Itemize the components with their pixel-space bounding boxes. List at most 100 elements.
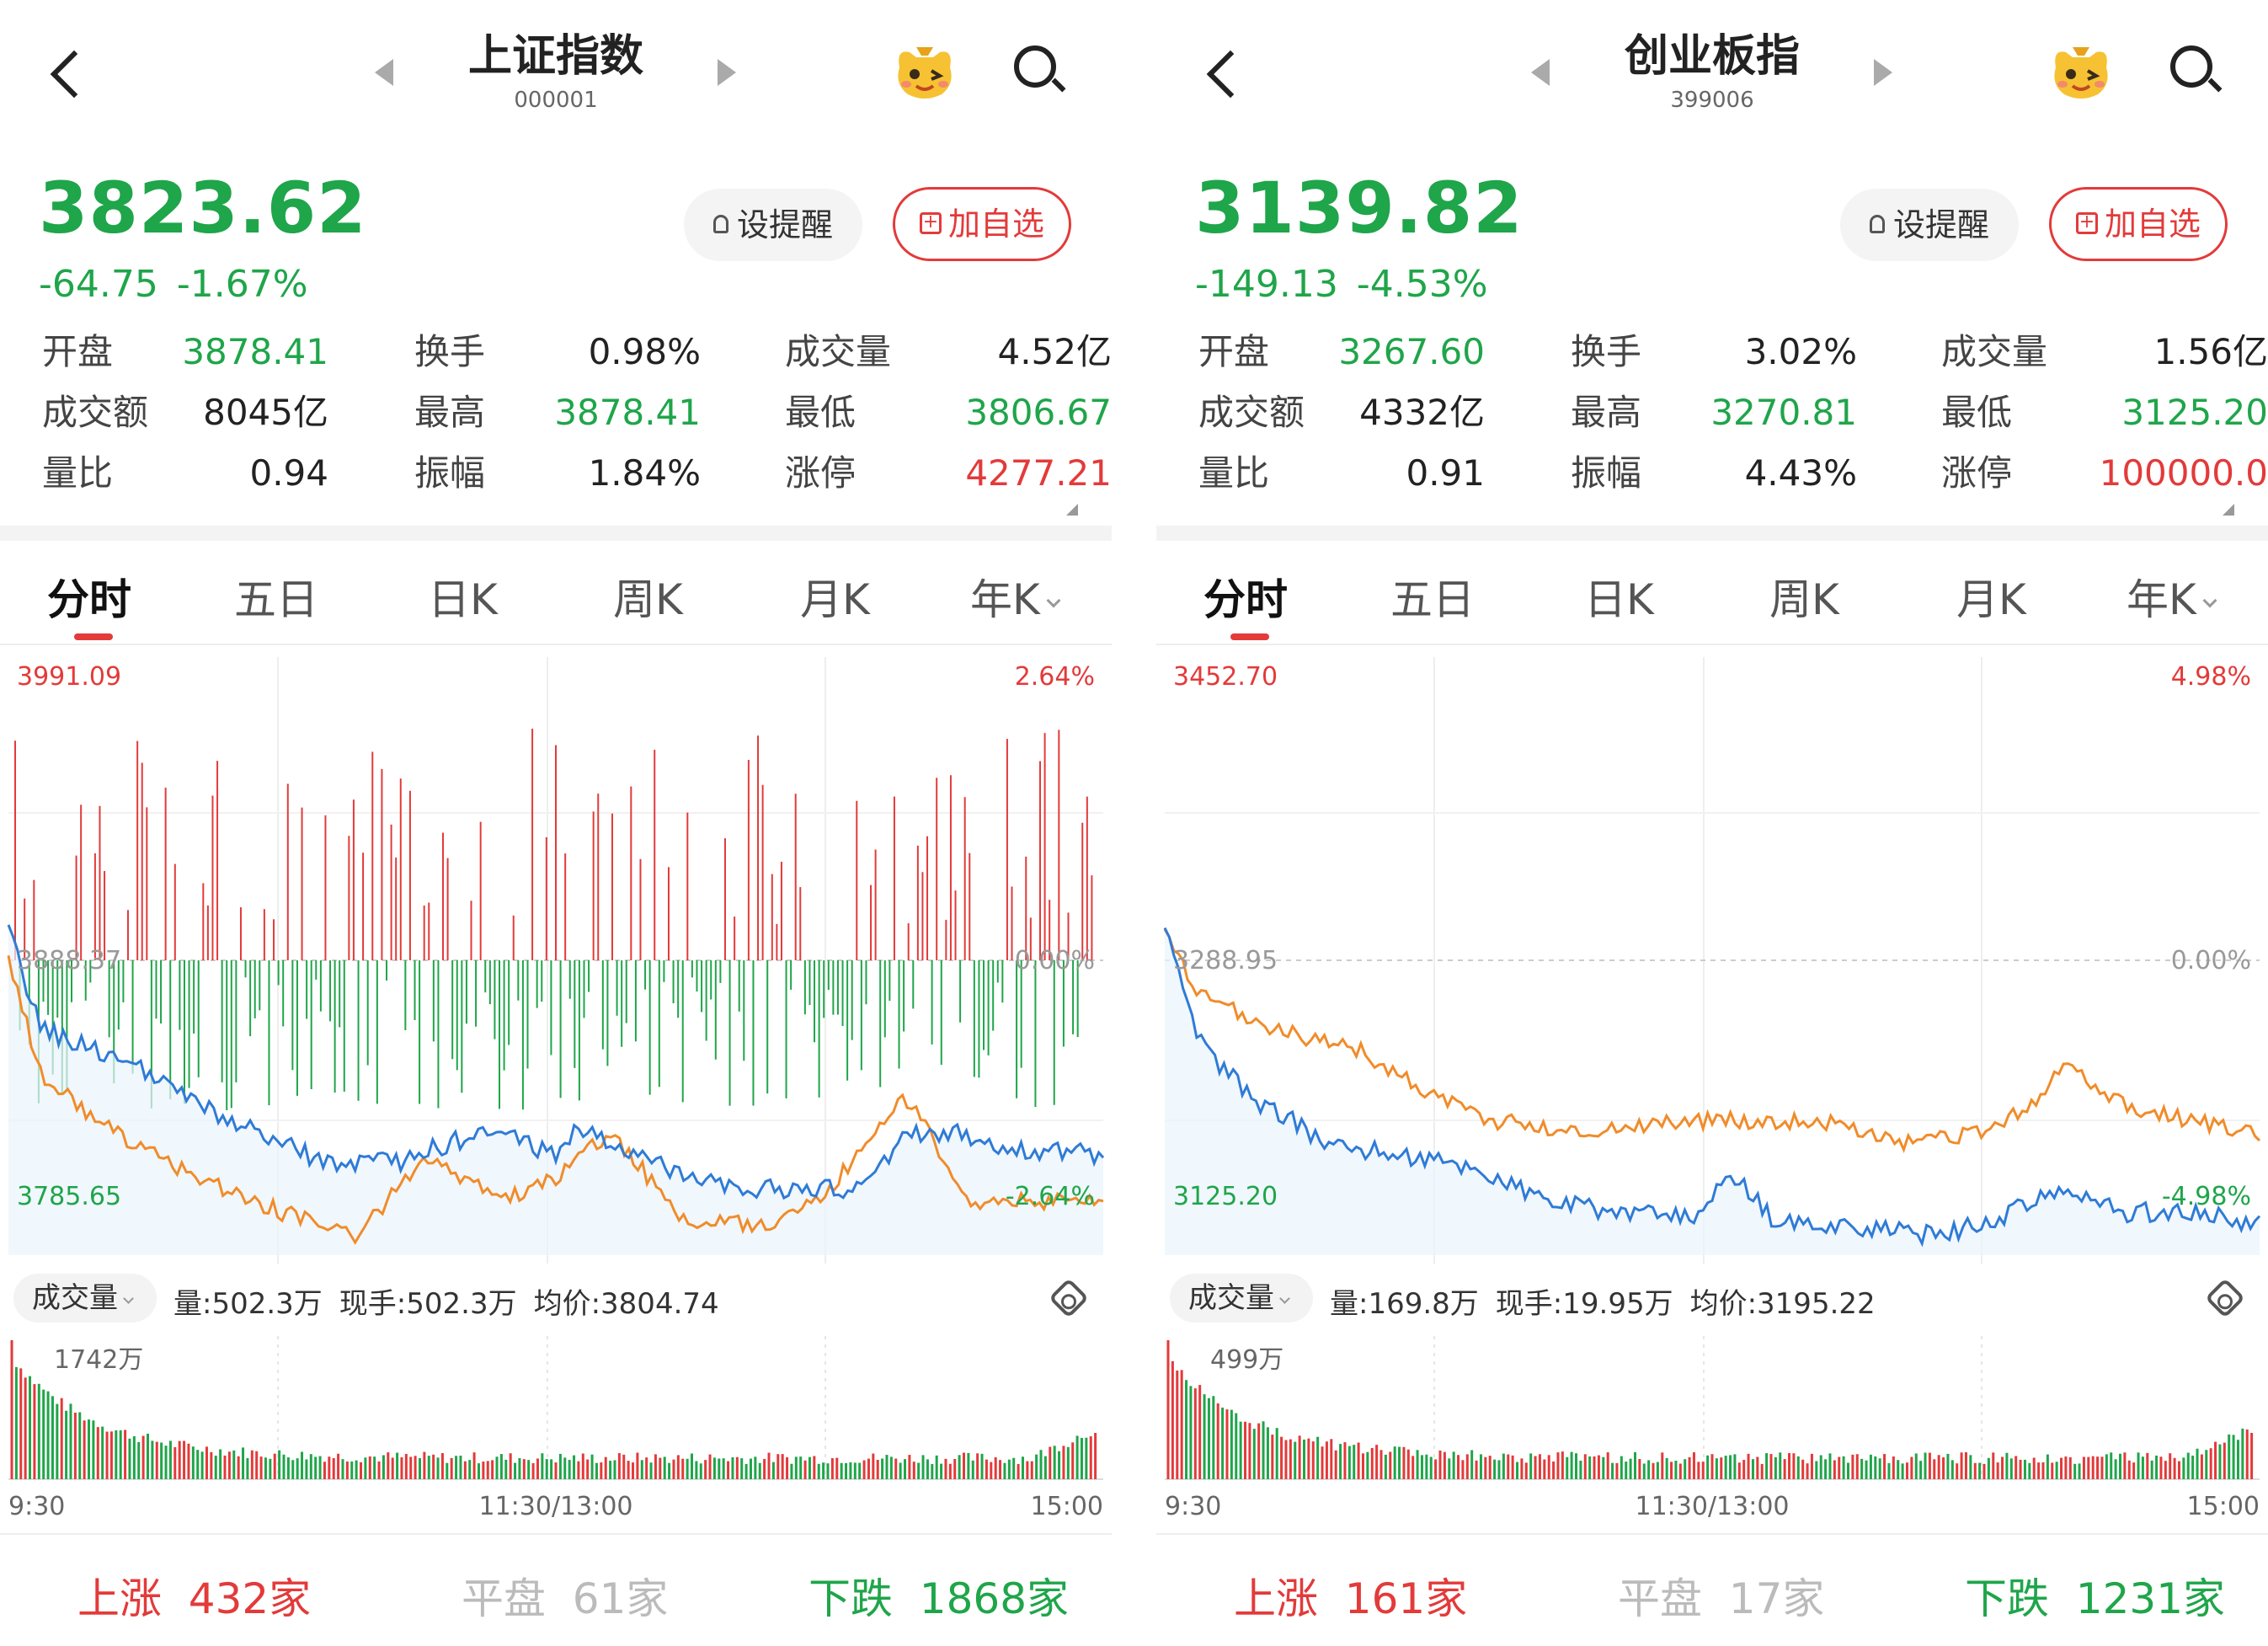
stat-label: 振幅 (414, 452, 486, 494)
tab-label: 周K (613, 575, 683, 624)
search-icon[interactable] (2167, 42, 2223, 98)
next-triangle-icon[interactable] (718, 59, 736, 86)
stat-label: 最低 (1941, 392, 2013, 433)
tab-monthly-k[interactable]: 月K (1956, 566, 2026, 627)
page-title: 上证指数 (467, 31, 643, 82)
tab-monthly-k[interactable]: 月K (800, 566, 870, 627)
back-arrow-icon[interactable] (1197, 40, 1247, 108)
decliners[interactable]: 下跌 1868家 (808, 1565, 1069, 1626)
settings-icon[interactable] (2204, 1277, 2246, 1319)
prev-triangle-icon[interactable] (1531, 59, 1550, 86)
set-alert-button[interactable]: 设提醒 (684, 189, 862, 261)
time-axis-label: 11:30/13:00 (1635, 1492, 1789, 1521)
tab-yearly-k[interactable]: 年K (970, 566, 1061, 627)
volume-chart[interactable]: 1742万 9:30 11:30/13:00 15:00 (0, 1336, 1112, 1523)
advancers-label: 上涨 (1234, 1574, 1318, 1623)
pct-axis-high-label: 4.98% (2171, 662, 2251, 692)
tab-intraday[interactable]: 分时 (47, 566, 131, 627)
tab-weekly-k[interactable]: 周K (1769, 566, 1839, 627)
volume-readout: 量:502.3万 现手:502.3万 均价:3804.74 (173, 1280, 736, 1322)
search-icon[interactable] (1011, 42, 1066, 98)
advancers[interactable]: 上涨 161家 (1234, 1565, 1467, 1626)
unchanged-count: 61家 (572, 1574, 669, 1623)
set-alert-label: 设提醒 (1892, 206, 1989, 243)
pct-axis-high-label: 2.64% (1015, 662, 1095, 692)
chevron-down-icon (1279, 1293, 1290, 1304)
advancers-count: 432家 (188, 1574, 312, 1623)
intraday-chart[interactable]: 3452.70 3288.95 3125.20 4.98% 0.00% -4.98% (1156, 649, 2268, 1264)
unchanged[interactable]: 平盘 61家 (462, 1565, 668, 1626)
y-axis-mid-label: 3288.95 (1173, 946, 1278, 975)
time-axis-label: 9:30 (1165, 1492, 1221, 1521)
bell-icon (712, 214, 728, 233)
add-watchlist-button[interactable]: + 加自选 (893, 187, 1071, 261)
tab-daily-k[interactable]: 日K (428, 566, 498, 627)
tab-yearly-k[interactable]: 年K (2127, 566, 2217, 627)
tab-label: 五日 (234, 575, 318, 624)
current-price: 3139.82 (1195, 167, 1524, 249)
tab-intraday[interactable]: 分时 (1203, 566, 1288, 627)
tab-five-day[interactable]: 五日 (234, 566, 318, 627)
volume-value: 量:502.3万 (173, 1287, 323, 1321)
expand-corner-icon[interactable] (1066, 504, 1078, 516)
unchanged-count: 17家 (1728, 1574, 1825, 1623)
tab-five-day[interactable]: 五日 (1390, 566, 1475, 627)
advancers[interactable]: 上涨 432家 (77, 1565, 311, 1626)
indicator-selector[interactable]: 成交量 (1170, 1274, 1313, 1323)
settings-icon[interactable] (1048, 1277, 1090, 1319)
indicator-selector[interactable]: 成交量 (13, 1274, 157, 1323)
stat-row: 量比 0.94 振幅 1.84% 涨停 4277.21 (42, 448, 1112, 509)
change-amount: -64.75 (39, 263, 158, 306)
stat-item: 振幅 1.84% (414, 448, 701, 509)
price-area-fill (1165, 927, 2260, 1255)
intraday-chart[interactable]: 3991.09 3888.37 3785.65 2.64% 0.00% -2.64% (0, 649, 1112, 1264)
tab-label: 周K (1769, 575, 1839, 624)
volume-chart[interactable]: 499万 9:30 11:30/13:00 15:00 (1156, 1336, 2268, 1523)
mascot-icon[interactable] (2047, 42, 2115, 103)
stat-label: 涨停 (1941, 452, 2013, 494)
tab-label: 分时 (47, 575, 131, 624)
stat-item: 成交量 4.52亿 (785, 327, 1112, 387)
stat-row: 量比 0.91 振幅 4.43% 涨停 100000.0 (1198, 448, 2268, 509)
stat-value: 4.43% (1744, 452, 1857, 494)
prev-triangle-icon[interactable] (375, 59, 393, 86)
stat-item: 换手 0.98% (414, 327, 701, 387)
indicator-selector-label: 成交量 (1188, 1281, 1274, 1315)
header: 创业板指 399006 (1156, 0, 2268, 152)
stat-item: 涨停 100000.0 (1941, 448, 2268, 509)
mascot-icon[interactable] (891, 42, 958, 103)
set-alert-button[interactable]: 设提醒 (1840, 189, 2019, 261)
volume-readout: 量:169.8万 现手:19.95万 均价:3195.22 (1330, 1280, 1892, 1322)
stat-item: 开盘 3878.41 (42, 327, 328, 387)
stat-label: 成交额 (1198, 392, 1305, 433)
stat-value: 100000.0 (2099, 452, 2268, 494)
unchanged[interactable]: 平盘 17家 (1618, 1565, 1824, 1626)
panel-gap (1112, 0, 1156, 1646)
indicator-selector-label: 成交量 (32, 1281, 118, 1315)
stat-label: 量比 (1198, 452, 1270, 494)
next-triangle-icon[interactable] (1874, 59, 1892, 86)
tab-weekly-k[interactable]: 周K (613, 566, 683, 627)
plus-box-icon: + (919, 211, 942, 234)
tab-label: 五日 (1390, 575, 1475, 624)
stat-value: 4277.21 (965, 452, 1112, 494)
stat-item: 振幅 4.43% (1571, 448, 1857, 509)
decliners[interactable]: 下跌 1231家 (1965, 1565, 2225, 1626)
stat-label: 涨停 (785, 452, 857, 494)
stat-value: 3270.81 (1710, 392, 1857, 433)
volume-value: 量:169.8万 (1330, 1287, 1479, 1321)
tab-daily-k[interactable]: 日K (1584, 566, 1654, 627)
current-hand-value: 现手:502.3万 (339, 1287, 517, 1321)
add-watchlist-button[interactable]: + 加自选 (2049, 187, 2228, 261)
plus-box-icon: + (2075, 211, 2098, 234)
expand-corner-icon[interactable] (2223, 504, 2234, 516)
chart-tabs: 分时 五日 日K 周K 月K 年K (0, 541, 1112, 645)
average-price-value: 均价:3804.74 (533, 1287, 719, 1321)
stat-value: 3.02% (1744, 331, 1857, 372)
stat-label: 成交量 (1941, 331, 2048, 372)
stat-value: 4332亿 (1359, 392, 1485, 433)
market-breadth: 上涨 161家 平盘 17家 下跌 1231家 (1156, 1533, 2268, 1646)
bell-icon (1869, 214, 1885, 233)
stat-label: 最低 (785, 392, 857, 433)
back-arrow-icon[interactable] (40, 40, 91, 108)
